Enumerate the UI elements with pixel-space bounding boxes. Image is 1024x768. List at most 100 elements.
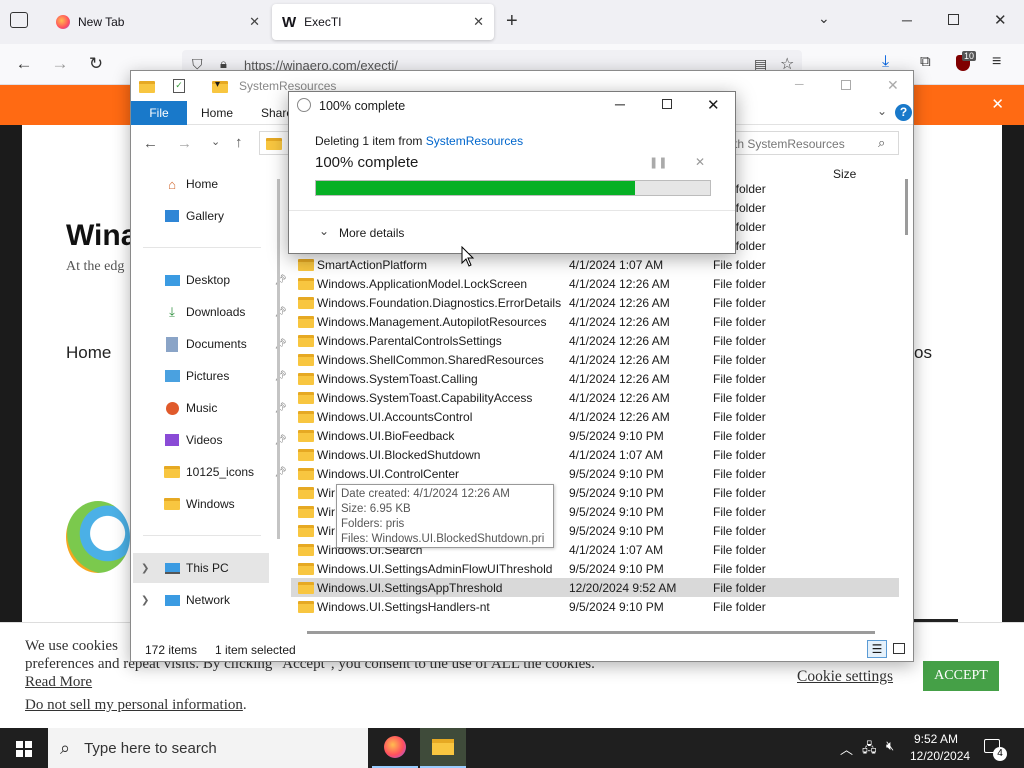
cookie-settings-link[interactable]: Cookie settings [797,668,893,686]
volume-muted-icon[interactable]: 🔇︎ [886,738,894,754]
table-row[interactable]: Windows.UI.ControlCenter 9/5/2024 9:10 PM… [291,464,899,483]
more-details-button[interactable]: More details [339,226,404,240]
filelist-horizontal-scrollbar[interactable] [307,631,875,634]
cancel-icon[interactable]: ✕ [695,155,705,169]
downloads-icon[interactable]: ⤓ [882,53,889,71]
table-row[interactable]: Windows.UI.SettingsAdminFlowUIThreshold 9… [291,559,899,578]
file-name[interactable]: Windows.UI.BlockedShutdown [317,448,480,462]
quick-access-properties-icon[interactable]: ✓ [173,79,185,93]
nav-item-pictures[interactable]: Pictures 📌︎ [163,363,289,389]
table-row[interactable]: Windows.ApplicationModel.LockScreen 4/1/2… [291,274,899,293]
taskbar-file-explorer-icon[interactable] [420,728,466,768]
file-name[interactable]: Windows.ApplicationModel.LockScreen [317,277,527,291]
do-not-sell-link[interactable]: Do not sell my personal information [25,697,243,713]
banner-close-icon[interactable]: ✕ [991,95,1004,113]
file-name[interactable]: Windows.UI.SettingsAppThreshold [317,581,502,595]
pause-icon[interactable]: ❚❚ [649,156,667,169]
table-row[interactable]: Windows.UI.AccountsControl 4/1/2024 12:26… [291,407,899,426]
table-row[interactable]: Windows.UI.BlockedShutdown 4/1/2024 1:07 … [291,445,899,464]
close-window-button[interactable]: ✕ [994,11,1007,29]
table-row[interactable]: Windows.ParentalControlsSettings 4/1/2024… [291,331,899,350]
tab-list-icon[interactable] [10,12,28,28]
file-name[interactable]: Windows.UI.BioFeedback [317,429,454,443]
table-row[interactable]: Windows.UI.SettingsAppThreshold 12/20/202… [291,578,899,597]
explorer-maximize-button[interactable] [841,80,851,90]
ribbon-expand-chevron-icon[interactable]: ⌄ [877,104,887,118]
file-name[interactable]: Wir [317,524,335,538]
file-name[interactable]: Windows.ParentalControlsSettings [317,334,502,348]
nav-item-music[interactable]: Music 📌︎ [163,395,289,421]
nav-item-10125-icons[interactable]: 10125_icons 📌︎ [163,459,289,485]
navpane-scrollbar[interactable] [277,179,280,539]
forward-arrow-icon[interactable]: → [48,54,72,74]
nav-item-home[interactable]: ⌂ Home [163,171,289,197]
nav-home-link[interactable]: Home [66,343,111,363]
table-row[interactable]: Windows.Foundation.Diagnostics.ErrorDeta… [291,293,899,312]
close-tab-icon[interactable]: ✕ [473,14,484,30]
file-name[interactable]: Windows.UI.SettingsAdminFlowUIThreshold [317,562,552,576]
dialog-maximize-button[interactable] [662,99,672,109]
clock-time[interactable]: 9:52 AM [914,732,958,746]
table-row[interactable]: Windows.SystemToast.Calling 4/1/2024 12:2… [291,369,899,388]
dialog-minimize-button[interactable]: ─ [615,96,625,112]
accept-button[interactable]: ACCEPT [923,661,999,691]
close-tab-icon[interactable]: ✕ [249,14,260,30]
file-name[interactable]: Windows.UI.AccountsControl [317,410,472,424]
nav-item-videos[interactable]: Videos 📌︎ [163,427,289,453]
qat-dropdown-icon[interactable]: ▾ [215,79,220,90]
table-row[interactable]: SmartActionPlatform 4/1/2024 1:07 AM File … [291,255,899,274]
restore-button[interactable] [948,14,959,25]
file-name[interactable]: Windows.UI.ControlCenter [317,467,459,481]
file-name[interactable]: Wir [317,486,335,500]
back-arrow-icon[interactable]: ← [12,54,36,74]
read-more-link[interactable]: Read More [25,674,92,691]
site-title[interactable]: Wina [66,219,137,253]
file-name[interactable]: SmartActionPlatform [317,258,427,272]
file-name[interactable]: Windows.Foundation.Diagnostics.ErrorDeta… [317,296,561,310]
file-name[interactable]: Wir [317,505,335,519]
file-name[interactable]: Windows.UI.SettingsHandlers-nt [317,600,490,614]
details-view-icon[interactable]: ☰ [867,640,887,658]
nav-item-documents[interactable]: Documents 📌︎ [163,331,289,357]
large-icons-view-icon[interactable] [893,643,905,654]
search-box[interactable]: th SystemResources ⌕ [729,131,899,155]
start-windows-icon[interactable] [16,741,32,757]
extensions-puzzle-icon[interactable]: ⧉ [920,53,931,70]
recent-locations-chevron-icon[interactable]: ⌄ [211,135,220,148]
menu-hamburger-icon[interactable]: ≡ [992,53,1001,71]
table-row[interactable]: Windows.UI.BioFeedback 9/5/2024 9:10 PM Fi… [291,426,899,445]
network-tray-icon[interactable]: 🖧︎ [862,739,877,761]
file-name[interactable]: Windows.ShellCommon.SharedResources [317,353,544,367]
nav-item-gallery[interactable]: Gallery [163,203,289,229]
tray-chevron-up-icon[interactable]: ︿ [840,739,853,758]
help-icon[interactable]: ? [895,104,912,121]
dialog-close-button[interactable]: ✕ [707,96,720,114]
filelist-vertical-scrollbar[interactable] [905,179,908,235]
reload-icon[interactable]: ↻ [84,54,108,74]
nav-item-this-pc[interactable]: ❯ This PC [141,555,267,581]
back-arrow-icon[interactable]: ← [143,135,158,152]
nav-item-desktop[interactable]: Desktop 📌︎ [163,267,289,293]
nav-item-downloads[interactable]: ⤓ Downloads 📌︎ [163,299,289,325]
taskbar-search-box[interactable]: ⌕ Type here to search [48,728,368,768]
file-name[interactable]: Windows.SystemToast.CapabilityAccess [317,391,532,405]
nav-right-fragment[interactable]: os [914,343,932,363]
explorer-minimize-button[interactable]: ─ [795,77,804,91]
ribbon-tab-home[interactable]: Home [201,106,233,120]
address-bar[interactable] [259,131,289,155]
tab-execti[interactable]: W ExecTI ✕ [272,4,494,40]
table-row[interactable]: Windows.SystemToast.CapabilityAccess 4/1/… [291,388,899,407]
table-row[interactable]: Windows.Management.AutopilotResources 4/1… [291,312,899,331]
explorer-close-button[interactable]: ✕ [887,77,899,94]
tab-overflow-chevron-icon[interactable]: ⌄ [818,10,830,27]
taskbar-firefox-icon[interactable] [372,728,418,768]
clock-date[interactable]: 12/20/2024 [910,749,970,763]
expand-chevron-icon[interactable]: ❯ [141,595,163,606]
up-arrow-icon[interactable]: ↑ [235,134,243,151]
ribbon-tab-file[interactable]: File [131,101,187,125]
minimize-button[interactable]: ─ [902,12,912,28]
nav-item-windows[interactable]: Windows [163,491,289,517]
forward-arrow-icon[interactable]: → [177,135,192,152]
expand-chevron-icon[interactable]: ❯ [141,563,163,574]
nav-item-network[interactable]: ❯ Network [141,587,267,613]
